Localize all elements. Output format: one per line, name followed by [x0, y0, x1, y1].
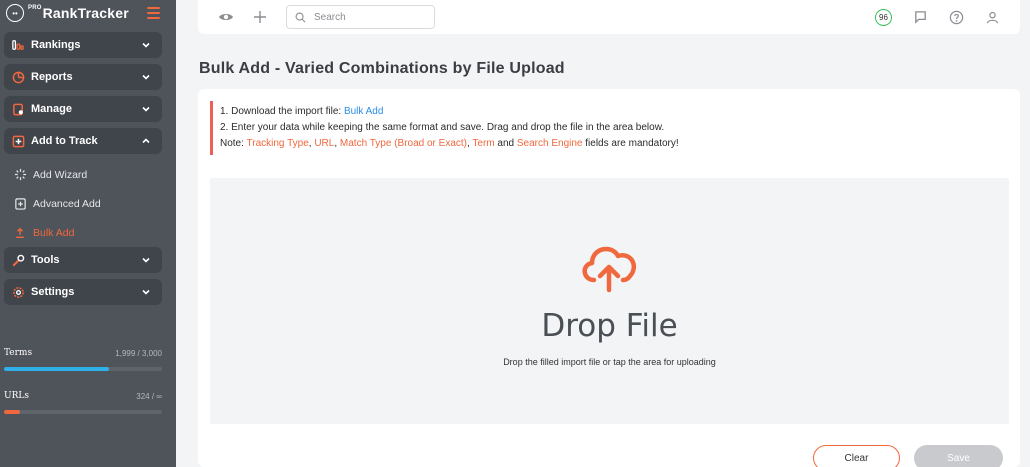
required-field-match-type: Match Type (Broad or Exact): [339, 138, 467, 149]
sub-item-label: Add Wizard: [33, 168, 88, 181]
terms-label: Terms: [4, 348, 33, 358]
chevron-down-icon: [142, 289, 150, 295]
urls-label: URLs: [4, 391, 29, 401]
add-box-icon: [11, 134, 25, 148]
terms-progress-bar: [4, 367, 162, 371]
chevron-down-icon: [142, 106, 150, 112]
top-bar: 96: [198, 0, 1020, 34]
chevron-down-icon: [142, 42, 150, 48]
chevron-down-icon: [142, 257, 150, 263]
search-box[interactable]: [286, 5, 435, 29]
top-right-actions: 96: [875, 8, 1000, 26]
required-field-tracking-type: Tracking Type: [246, 138, 309, 149]
sub-item-label: Bulk Add: [33, 226, 75, 239]
wizard-icon: [13, 168, 27, 182]
upload-icon: [13, 226, 27, 240]
urls-usage: URLs 324 / ∞: [4, 391, 162, 414]
nav-item-label: Settings: [31, 286, 75, 298]
nav-item-tools[interactable]: Tools: [4, 247, 162, 273]
logo-icon: ••: [6, 4, 24, 22]
gear-icon: [11, 285, 25, 299]
instruction-note: Note: Tracking Type, URL, Match Type (Br…: [220, 138, 679, 149]
file-drop-zone[interactable]: Drop File Drop the filled import file or…: [210, 178, 1009, 424]
terms-value: 1,999 / 3,000: [115, 348, 162, 358]
cloud-upload-icon: [582, 246, 636, 293]
eye-icon[interactable]: [218, 9, 234, 25]
nav-item-label: Tools: [31, 254, 60, 266]
plus-icon[interactable]: [252, 9, 268, 25]
logo-prefix: PRO: [28, 5, 42, 11]
instruction-step-1: 1. Download the import file: Bulk Add: [220, 106, 384, 117]
terms-usage: Terms 1,999 / 3,000: [4, 348, 162, 371]
rankings-icon: [11, 38, 25, 52]
urls-value: 324 / ∞: [136, 391, 162, 401]
help-icon[interactable]: [949, 10, 964, 25]
save-button[interactable]: Save: [914, 445, 1003, 467]
urls-progress-bar: [4, 410, 162, 414]
drop-title: Drop File: [541, 308, 678, 344]
required-field-url: URL: [314, 138, 335, 149]
flag-icon[interactable]: [913, 10, 928, 25]
required-field-search-engine: Search Engine: [516, 138, 583, 149]
nav-item-label: Manage: [31, 103, 72, 115]
nav-item-rankings[interactable]: Rankings: [4, 32, 162, 58]
hamburger-menu-icon[interactable]: [147, 7, 160, 19]
instructions: 1. Download the import file: Bulk Add 2.…: [210, 101, 679, 155]
clear-button[interactable]: Clear: [813, 445, 900, 467]
nav-item-manage[interactable]: Manage: [4, 96, 162, 122]
required-field-term: Term: [472, 138, 495, 149]
nav-item-add-to-track[interactable]: Add to Track: [4, 128, 162, 154]
nav-item-label: Reports: [31, 71, 73, 83]
chevron-down-icon: [142, 74, 150, 80]
advanced-add-icon: [13, 197, 27, 211]
logo[interactable]: •• PRORankTracker: [0, 0, 176, 26]
user-icon[interactable]: [985, 10, 1000, 25]
sidebar-item-add-wizard[interactable]: Add Wizard: [4, 160, 162, 189]
pie-chart-icon: [11, 70, 25, 84]
score-badge[interactable]: 96: [875, 8, 892, 26]
bulk-add-panel: 1. Download the import file: Bulk Add 2.…: [198, 89, 1020, 467]
manage-icon: [11, 102, 25, 116]
search-icon: [295, 12, 306, 22]
nav-item-reports[interactable]: Reports: [4, 64, 162, 90]
nav-item-label: Rankings: [31, 39, 81, 51]
sidebar: •• PRORankTracker Rankings Reports Manag…: [0, 0, 176, 467]
nav-item-label: Add to Track: [31, 135, 98, 147]
sidebar-item-advanced-add[interactable]: Advanced Add: [4, 189, 162, 218]
tools-icon: [11, 253, 25, 267]
sidebar-nav: Rankings Reports Manage Add to Track Add…: [0, 26, 176, 305]
page-title: Bulk Add - Varied Combinations by File U…: [199, 60, 565, 77]
bulk-add-download-link[interactable]: Bulk Add: [344, 106, 383, 117]
sidebar-item-bulk-add[interactable]: Bulk Add: [4, 218, 162, 247]
chevron-up-icon: [142, 138, 150, 144]
logo-name: RankTracker: [42, 5, 129, 21]
sub-item-label: Advanced Add: [33, 197, 101, 210]
instruction-step-2: 2. Enter your data while keeping the sam…: [220, 122, 665, 133]
drop-subtitle: Drop the filled import file or tap the a…: [503, 357, 716, 367]
search-input[interactable]: [314, 11, 424, 23]
nav-item-settings[interactable]: Settings: [4, 279, 162, 305]
